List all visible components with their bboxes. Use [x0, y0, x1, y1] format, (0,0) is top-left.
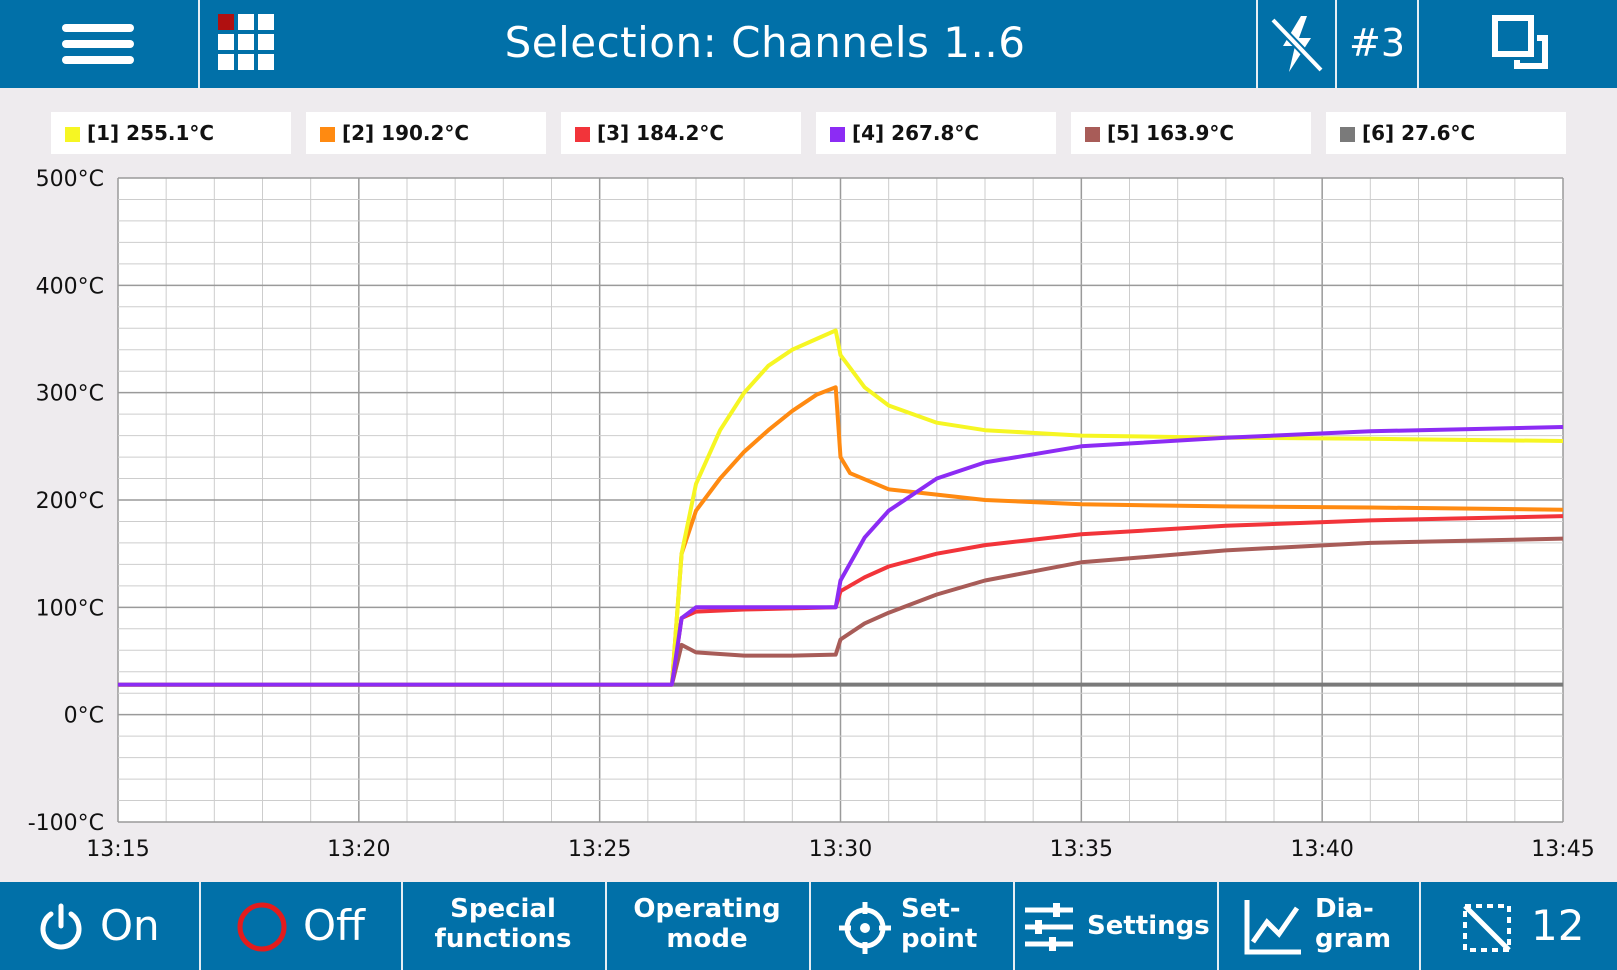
on-button[interactable]: On — [0, 882, 199, 970]
bottom-toolbar: On Off Special functions Operating mode … — [0, 882, 1617, 970]
x-tick-label: 13:45 — [1531, 837, 1594, 862]
diagram-label: Dia- gram — [1315, 894, 1392, 954]
window-stack-icon — [1492, 15, 1548, 69]
operating-mode-label: Operating mode — [633, 894, 781, 954]
flash-off-button[interactable] — [1259, 0, 1335, 88]
crosshair-icon — [839, 902, 891, 954]
y-tick-label: 300°C — [36, 382, 104, 407]
temperature-chart[interactable]: 500°C 400°C 300°C 200°C 100°C 0°C -100°C13:15 1… — [0, 88, 1617, 882]
zoom-reset-icon — [1463, 904, 1511, 952]
off-button[interactable]: Off — [201, 882, 401, 970]
x-tick-label: 13:30 — [809, 837, 872, 862]
divider — [1256, 0, 1258, 88]
x-tick-label: 13:25 — [568, 837, 631, 862]
sliders-icon — [1025, 903, 1073, 951]
setpoint-label: Set- point — [901, 894, 978, 954]
x-tick-label: 13:20 — [327, 837, 390, 862]
line-chart-icon — [1244, 900, 1301, 955]
y-tick-label: 400°C — [36, 274, 104, 299]
channel-grid-button[interactable] — [202, 0, 292, 88]
power-icon — [40, 903, 82, 950]
window-button[interactable] — [1419, 0, 1617, 88]
menu-button[interactable] — [0, 0, 198, 88]
ring-icon — [237, 902, 287, 952]
flash-off-icon — [1270, 16, 1324, 73]
zoom-label: 12 — [1531, 901, 1585, 950]
y-tick-label: 500°C — [36, 167, 104, 192]
special-functions-button[interactable]: Special functions — [403, 882, 603, 970]
page-title: Selection: Channels 1..6 — [504, 18, 1026, 67]
x-tick-label: 13:15 — [86, 837, 149, 862]
zoom-reset-button[interactable]: 12 — [1421, 882, 1617, 970]
diagram-button[interactable]: Dia- gram — [1219, 882, 1419, 970]
operating-mode-button[interactable]: Operating mode — [607, 882, 807, 970]
x-tick-label: 13:40 — [1290, 837, 1353, 862]
on-label: On — [100, 901, 160, 950]
y-tick-label: 100°C — [36, 596, 104, 621]
settings-button[interactable]: Settings — [1015, 882, 1215, 970]
slot-button[interactable]: #3 — [1337, 0, 1417, 88]
y-tick-label: 200°C — [36, 489, 104, 514]
y-tick-label: 0°C — [64, 704, 104, 729]
x-tick-label: 13:35 — [1050, 837, 1113, 862]
off-label: Off — [303, 901, 365, 950]
divider — [198, 0, 200, 88]
special-functions-label: Special functions — [434, 894, 572, 954]
chart-panel: [1] 255.1°C [2] 190.2°C [3] 184.2°C [4] … — [0, 88, 1617, 882]
setpoint-button[interactable]: Set- point — [811, 882, 1011, 970]
settings-label: Settings — [1087, 911, 1210, 941]
y-tick-label: -100°C — [28, 811, 104, 836]
top-bar: Selection: Channels 1..6 #3 — [0, 0, 1617, 88]
